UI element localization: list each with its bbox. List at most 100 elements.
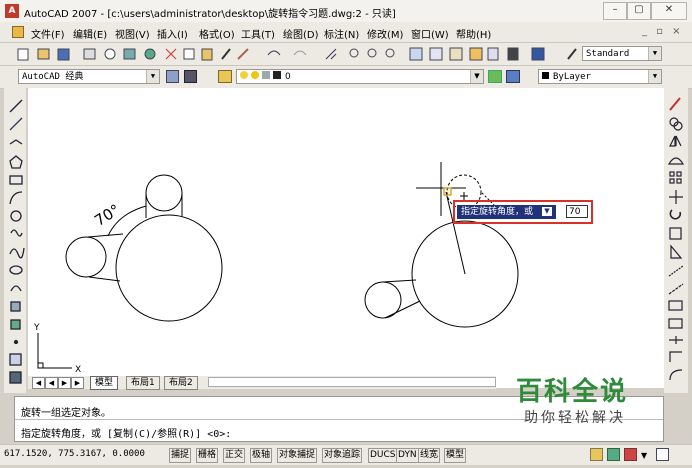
autocad-app-icon[interactable]: A	[5, 4, 19, 18]
menu-format[interactable]: 格式(O)	[199, 26, 235, 41]
title-bar: A AutoCAD 2007 - [c:\users\administrator…	[0, 0, 692, 23]
color-combo[interactable]: ByLayer ▼	[538, 69, 662, 84]
text-style-value: Standard	[586, 49, 630, 59]
left-small-circle[interactable]	[65, 236, 107, 278]
circle-icon	[10, 210, 22, 222]
clean-screen-icon[interactable]	[656, 448, 669, 461]
menu-draw[interactable]: 绘图(D)	[283, 26, 319, 41]
chevron-down-icon[interactable]: ▼	[470, 70, 483, 83]
window-title: AutoCAD 2007 - [c:\users\administrator\d…	[24, 9, 396, 20]
workspace-combo[interactable]: AutoCAD 经典 ▼	[18, 69, 160, 84]
tangent-line[interactable]	[87, 233, 124, 238]
next-tab-icon[interactable]: ▶	[58, 377, 71, 389]
my-workspace-icon[interactable]	[184, 70, 197, 83]
revision-cloud-icon	[10, 229, 23, 237]
standard-toolbar: Standard ▼	[0, 43, 692, 66]
layer-manager-icon[interactable]	[218, 70, 232, 83]
text-style-combo[interactable]: Standard ▼	[582, 46, 662, 61]
designcenter-icon	[429, 47, 443, 61]
dynamic-input-prompt: 指定旋转角度，或 ▼	[457, 205, 556, 219]
watermark: 百科全说 助你轻松解决	[516, 376, 628, 428]
drawing-svg[interactable]: 70° Y X	[28, 88, 664, 388]
polygon-icon	[9, 155, 23, 169]
menu-edit[interactable]: 编辑(E)	[73, 26, 107, 41]
sheet-set-icon	[469, 47, 483, 61]
tray-settings-icon[interactable]	[624, 448, 637, 461]
first-tab-icon[interactable]: ◀	[32, 377, 45, 389]
menu-bar: 文件(F) 编辑(E) 视图(V) 插入(I) 格式(O) 工具(T) 绘图(D…	[0, 22, 692, 43]
menu-tools[interactable]: 工具(T)	[241, 26, 275, 41]
tangent-line[interactable]	[382, 279, 417, 283]
menu-file[interactable]: 文件(F)	[31, 26, 65, 41]
ducs-toggle[interactable]: DUCS	[368, 448, 398, 463]
hatch-icon	[9, 353, 22, 366]
document-window-controls[interactable]: _ ▫ ×	[642, 26, 684, 37]
draw-toolbar-icons[interactable]	[4, 88, 26, 393]
zoom-realtime-icon	[349, 48, 359, 58]
join-icon	[669, 336, 683, 344]
properties-icon	[409, 47, 423, 61]
osnap-toggle[interactable]: 对象捕捉	[277, 448, 318, 463]
grid-toggle[interactable]: 栅格	[196, 448, 219, 463]
markup-icon	[487, 47, 499, 61]
paste-icon	[201, 48, 213, 61]
last-tab-icon[interactable]: ▶	[71, 377, 84, 389]
menu-dimension[interactable]: 标注(N)	[324, 26, 359, 41]
options-arrow-icon[interactable]: ▼	[541, 207, 552, 216]
ucs-x-label: X	[75, 365, 81, 375]
polar-toggle[interactable]: 极轴	[250, 448, 273, 463]
tab-layout1[interactable]: 布局1	[126, 376, 160, 390]
lineweight-toggle[interactable]: 线宽	[418, 448, 441, 463]
maximize-button[interactable]: ▢	[627, 2, 651, 20]
chevron-down-icon[interactable]: ▼	[648, 47, 661, 60]
tab-layout2[interactable]: 布局2	[164, 376, 198, 390]
draw-toolbar	[4, 88, 26, 393]
make-current-layer-icon[interactable]	[488, 70, 502, 83]
redo-icon	[293, 50, 307, 56]
drawing-canvas[interactable]: 70° Y X 指定旋转角度，或 ▼ 70	[28, 88, 664, 388]
rectangle-icon	[9, 175, 23, 185]
point-icon	[13, 339, 19, 345]
modify-toolbar-icons[interactable]	[664, 88, 688, 393]
chevron-down-icon[interactable]: ▼	[146, 70, 159, 83]
chevron-down-icon[interactable]: ▼	[648, 70, 661, 83]
large-circle-left[interactable]	[115, 214, 223, 322]
help-icon	[531, 47, 545, 61]
command-prompt-line[interactable]: 指定旋转角度，或 [复制(C)/参照(R)] <0>:	[21, 425, 231, 440]
comm-center-icon[interactable]	[607, 448, 620, 461]
dynamic-input-prompt-text: 指定旋转角度，或	[461, 207, 534, 217]
snap-toggle[interactable]: 捕捉	[169, 448, 192, 463]
otrack-toggle[interactable]: 对象追踪	[322, 448, 363, 463]
menu-modify[interactable]: 修改(M)	[367, 26, 403, 41]
minimize-button[interactable]: –	[603, 2, 627, 20]
top-circle-left[interactable]	[145, 174, 183, 212]
menu-view[interactable]: 视图(V)	[115, 26, 150, 41]
layer-previous-icon[interactable]	[506, 70, 520, 83]
menu-help[interactable]: 帮助(H)	[456, 26, 491, 41]
dyn-toggle[interactable]: DYN	[396, 448, 419, 463]
tangent-line[interactable]	[384, 300, 421, 319]
menu-window[interactable]: 窗口(W)	[411, 26, 449, 41]
tab-model[interactable]: 模型	[90, 376, 119, 390]
layers-toolbar: AutoCAD 经典 ▼ 0 ▼ ByLayer ▼	[0, 66, 692, 89]
tool-palettes-icon	[449, 47, 463, 61]
coordinates-readout: 617.1520, 775.3167, 0.0000	[4, 449, 145, 459]
ortho-toggle[interactable]: 正交	[223, 448, 246, 463]
lock-icon[interactable]	[590, 448, 603, 461]
model-toggle[interactable]: 模型	[444, 448, 467, 463]
zoom-previous-icon	[385, 48, 395, 58]
prev-tab-icon[interactable]: ◀	[45, 377, 58, 389]
close-button[interactable]: ✕	[651, 2, 687, 20]
stretch-icon	[670, 244, 683, 259]
workspace-settings-icon[interactable]	[166, 70, 179, 83]
layer-combo[interactable]: 0 ▼	[236, 69, 484, 84]
tray-menu-icon[interactable]: ▼	[641, 451, 647, 460]
trim-icon	[668, 265, 684, 277]
tangent-line[interactable]	[88, 276, 121, 282]
save-icon	[57, 48, 70, 61]
break-at-point-icon	[668, 300, 683, 311]
horizontal-scrollbar[interactable]	[208, 377, 496, 387]
ucs-origin-box	[37, 362, 44, 369]
dynamic-input-value-field[interactable]: 70	[566, 205, 588, 218]
menu-insert[interactable]: 插入(I)	[157, 26, 188, 41]
